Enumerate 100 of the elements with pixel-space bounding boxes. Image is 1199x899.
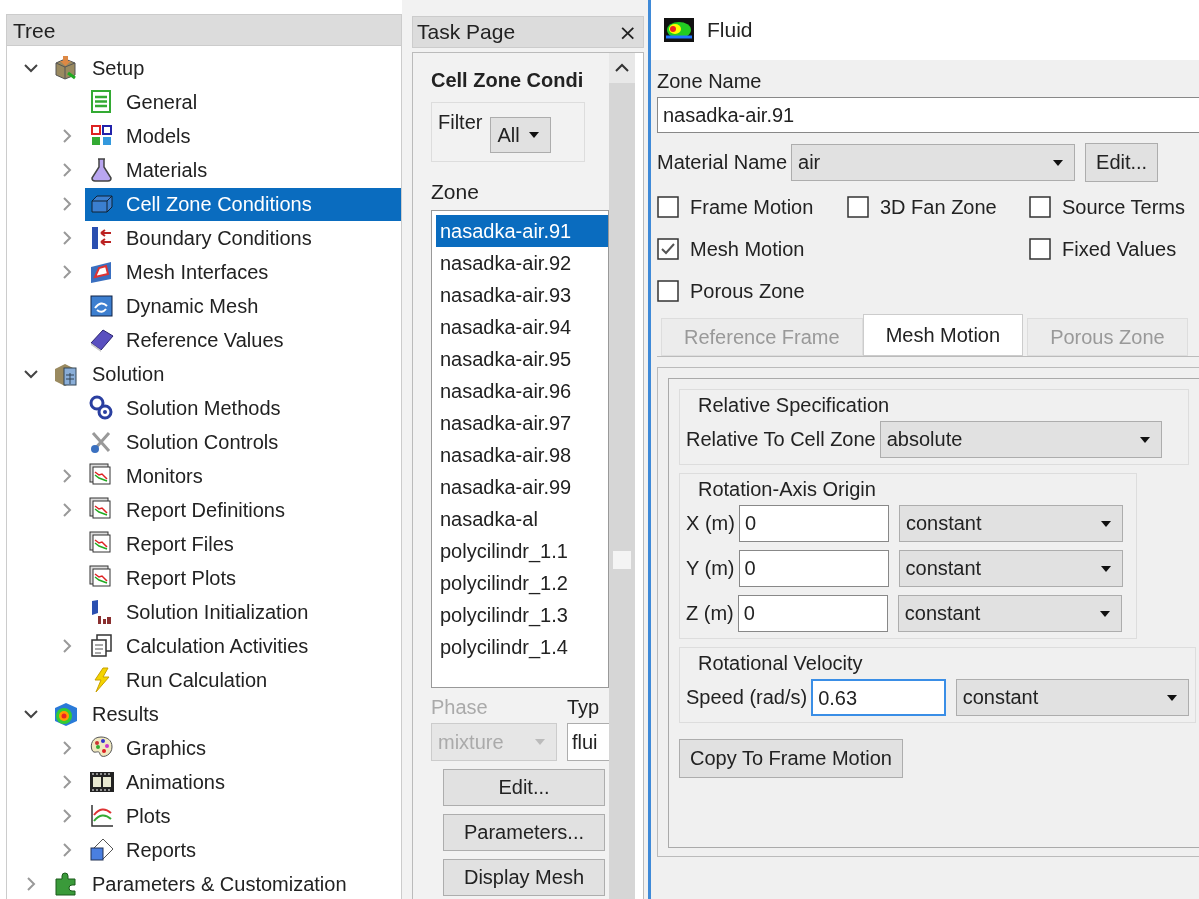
heat-cube-icon [53,701,79,727]
tree-item[interactable]: Report Files [85,527,401,561]
checkbox[interactable] [847,196,869,218]
checkbox-label: Fixed Values [1062,237,1177,261]
calculator-icon [53,361,79,387]
checkbox-label: Mesh Motion [690,237,805,261]
material-dropdown[interactable]: air [791,144,1076,181]
checkbox-label: 3D Fan Zone [880,195,997,219]
tree-item[interactable]: Run Calculation [85,663,401,697]
cell-zone-dropdown[interactable]: absolute [879,421,1162,458]
list-item[interactable]: nasadka-al [436,503,608,535]
action-button[interactable]: Parameters... [443,814,605,851]
tree-item[interactable]: Parameters & Customization [49,867,401,899]
tree-item[interactable]: Results [49,697,401,731]
list-item[interactable]: polycilindr_1.1 [436,535,608,567]
window-title: Fluid [707,18,753,42]
text-field[interactable]: nasadka-air.91 [657,97,1199,133]
profile-dropdown[interactable]: constant [897,595,1122,632]
list-item[interactable]: nasadka-air.91 [436,215,608,247]
action-button[interactable]: Display Mesh [443,859,605,896]
puzzle-icon [53,871,79,897]
checkbox-label: Source Terms [1062,195,1185,219]
list-item[interactable]: nasadka-air.98 [436,439,608,471]
film-icon [89,769,115,795]
list-item[interactable]: nasadka-air.99 [436,471,608,503]
tree-item[interactable]: General [85,85,401,119]
tree-item[interactable]: Cell Zone Conditions [85,187,401,221]
diamond-icon [89,837,115,863]
checkbox-label: Frame Motion [690,195,814,219]
field-label: Z (m) [686,602,734,625]
page-heading: Cell Zone Condi [431,69,585,92]
tree-item[interactable]: Plots [85,799,401,833]
checkbox[interactable] [657,280,679,302]
caret-icon [1098,609,1111,618]
text-field[interactable]: 0 [738,505,889,542]
filter-dropdown[interactable]: All [490,117,551,153]
tree-item[interactable]: Graphics [85,731,401,765]
action-button[interactable]: Edit... [443,769,605,806]
field-label: Zone [431,180,480,204]
caret-icon [1099,519,1112,528]
tree-item[interactable]: Solution Methods [85,391,401,425]
gears-icon [89,395,115,421]
tree-item[interactable]: Monitors [85,459,401,493]
text-field[interactable]: 0 [737,595,888,632]
type-field[interactable]: flui [567,723,609,761]
close-button[interactable]: × [616,19,639,45]
list-item[interactable]: polycilindr_1.3 [436,599,608,631]
tree-item[interactable]: Boundary Conditions [85,221,401,255]
profile-dropdown[interactable]: constant [955,679,1189,716]
field-label: X (m) [686,512,735,535]
tree-item[interactable]: Dynamic Mesh [85,289,401,323]
caret-icon [527,131,540,139]
copy-button[interactable]: Copy To Frame Motion [679,739,903,778]
caret-icon [1052,158,1065,167]
group-title: Rotation-Axis Origin [698,478,877,501]
tree-item[interactable]: Solution Controls [85,425,401,459]
list-item[interactable]: polycilindr_1.2 [436,567,608,599]
list-item[interactable]: nasadka-air.93 [436,279,608,311]
document-icon [89,633,115,659]
list-item[interactable]: nasadka-air.95 [436,343,608,375]
list-item[interactable]: polycilindr_1.4 [436,631,608,663]
tree-item[interactable]: Setup [49,51,401,85]
flask-icon [89,157,115,183]
tree-item[interactable]: Report Definitions [85,493,401,527]
profile-dropdown[interactable]: constant [898,550,1123,587]
caret-icon [1138,435,1151,444]
checkbox-label: Porous Zone [690,279,805,303]
book-icon [89,327,115,353]
group-title: Rotational Velocity [698,652,864,675]
profile-dropdown[interactable]: constant [898,505,1123,542]
tree-item[interactable]: Solution Initialization [85,595,401,629]
tree-item[interactable]: Reports [85,833,401,867]
curve-chart-icon [89,803,115,829]
edit-button[interactable]: Edit... [1085,143,1159,182]
text-field[interactable]: 0 [738,550,889,587]
panel-title: Task Page [417,19,516,45]
tree-item[interactable]: Solution [49,357,401,391]
tree-item[interactable]: Reference Values [85,323,401,357]
box-icon [53,55,79,81]
tree-item[interactable]: Mesh Interfaces [85,255,401,289]
field-label: Material Name [657,151,788,174]
tab[interactable]: Mesh Motion [862,314,1024,356]
field-label: Y (m) [686,557,735,580]
text-field[interactable]: 0.63 [811,679,946,716]
list-item[interactable]: nasadka-air.96 [436,375,608,407]
list-item[interactable]: nasadka-air.94 [436,311,608,343]
list-item[interactable]: nasadka-air.97 [436,407,608,439]
tree-item[interactable]: Models [85,119,401,153]
caret-icon [534,738,546,746]
checkbox[interactable] [657,196,679,218]
tree-item[interactable]: Animations [85,765,401,799]
tree-item[interactable]: Report Plots [85,561,401,595]
field-label: Phase [431,696,489,719]
tree-item[interactable]: Calculation Activities [85,629,401,663]
tree-item[interactable]: Materials [85,153,401,187]
list-item[interactable]: nasadka-air.92 [436,247,608,279]
checkbox[interactable] [1029,238,1051,260]
checked-checkbox[interactable] [657,238,679,260]
checkbox[interactable] [1029,196,1051,218]
caret-icon [1099,564,1112,573]
